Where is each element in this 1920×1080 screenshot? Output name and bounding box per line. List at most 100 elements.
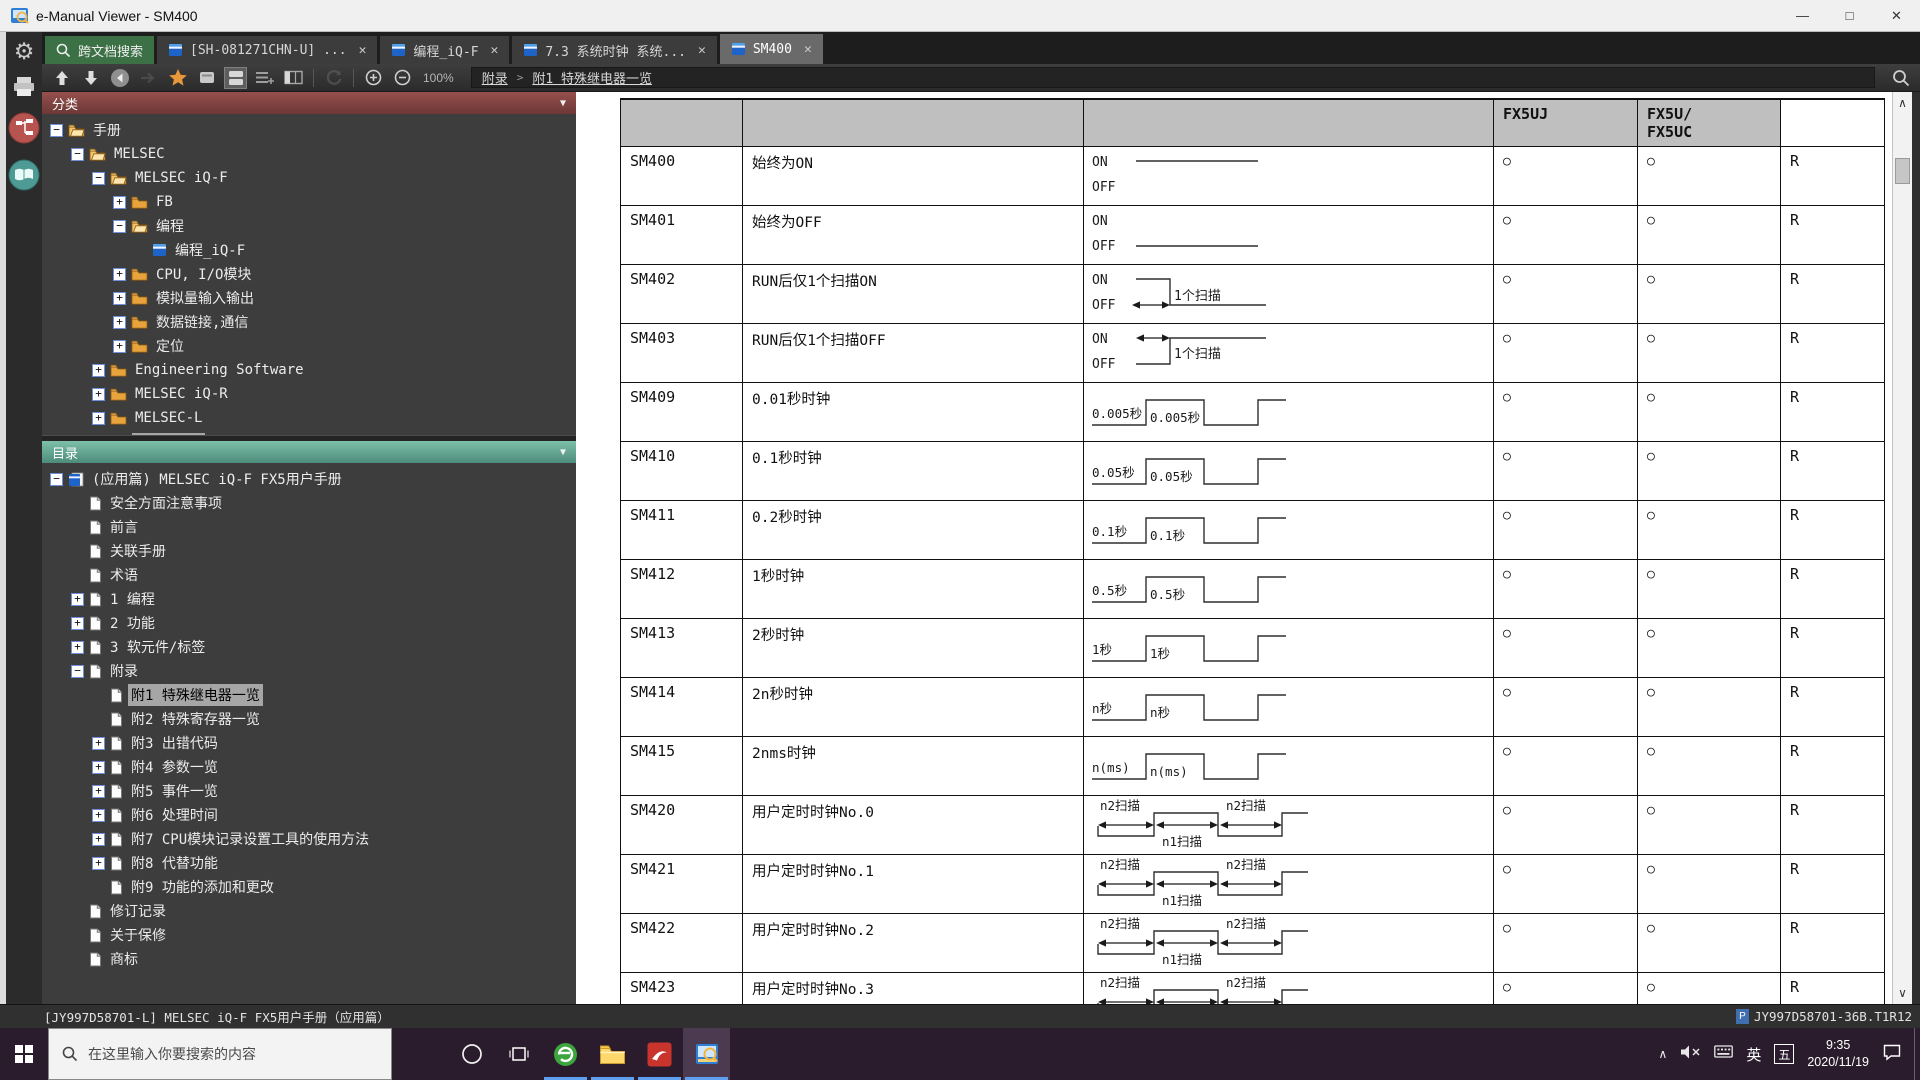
settings-gear-icon[interactable]: ⚙ [14,40,35,63]
collapse-icon[interactable]: − [113,219,126,233]
back-icon[interactable] [108,67,131,89]
tab-cross-document-search[interactable]: 跨文档搜索 [45,36,155,64]
expand-icon[interactable]: + [113,339,126,353]
collapse-icon[interactable]: − [71,147,84,161]
classification-view-icon[interactable] [7,111,41,145]
vertical-scrollbar[interactable]: ∧ ∨ [1892,92,1912,1004]
toc-tree-item[interactable]: 关联手册 [42,539,576,563]
expand-icon[interactable]: + [92,736,105,750]
expand-icon[interactable]: + [71,616,84,630]
toc-tree-item[interactable]: +1 编程 [42,587,576,611]
tab-close-icon[interactable]: ✕ [491,43,499,58]
category-tree-item[interactable]: 编程_iQ-F [42,238,576,262]
expand-icon[interactable]: + [92,784,105,798]
expand-icon[interactable]: + [92,411,105,425]
close-button[interactable]: ✕ [1873,0,1920,31]
toc-tree-item[interactable]: +3 软元件/标签 [42,635,576,659]
toc-tree-item[interactable]: − (应用篇) MELSEC iQ-F FX5用户手册 [42,467,576,491]
toc-tree-item[interactable]: 术语 [42,563,576,587]
category-tree-item[interactable]: − MELSEC [42,142,576,166]
toc-tree-item[interactable]: − 附录 [42,659,576,683]
taskbar-clock[interactable]: 9:35 2020/11/19 [1807,1037,1869,1071]
toc-tree-item[interactable]: + 附6 处理时间 [42,803,576,827]
toc-tree-item[interactable]: + 附4 参数一览 [42,755,576,779]
category-tree-item[interactable]: + MELSEC iQ-R [42,382,576,406]
category-tree-item[interactable]: + Engineering Software [42,358,576,382]
tab-close-icon[interactable]: ✕ [698,43,706,58]
toc-tree-item[interactable]: 关于保修 [42,923,576,947]
chevron-down-icon[interactable]: ▼ [560,98,566,109]
show-desktop-button[interactable] [1914,1028,1920,1080]
outline-add-icon[interactable] [253,67,276,89]
toc-tree-item[interactable]: 附9 功能的添加和更改 [42,875,576,899]
category-tree-item[interactable]: + MELSEC-L [42,406,576,430]
category-tree-item[interactable]: − MELSEC iQ-F [42,166,576,190]
category-panel-header[interactable]: 分类 ▼ [42,92,576,114]
expand-icon[interactable]: + [113,315,126,329]
single-page-view-icon[interactable] [195,67,218,89]
taskbar-search-box[interactable]: 在这里输入你要搜索的内容 [48,1028,392,1080]
category-tree-item[interactable]: + 模拟量输入输出 [42,286,576,310]
expand-icon[interactable]: + [71,640,84,654]
maximize-button[interactable]: □ [1826,0,1873,31]
cortana-taskbar-button[interactable] [448,1028,495,1080]
hidden-icons-chevron[interactable]: ∧ [1659,1047,1668,1061]
expand-icon[interactable]: + [92,387,105,401]
expand-icon[interactable]: + [92,363,105,377]
print-icon[interactable] [12,76,36,98]
ime-mode-indicator[interactable]: 五 [1774,1044,1795,1064]
toc-tree-item[interactable]: +2 功能 [42,611,576,635]
scroll-down-icon[interactable]: ∨ [1893,982,1912,1004]
library-book-icon[interactable] [7,158,41,192]
toc-tree-item[interactable]: 修订记录 [42,899,576,923]
breadcrumb-link[interactable]: 附录 [482,68,508,87]
forward-icon[interactable] [137,67,160,89]
zoom-in-icon[interactable] [362,67,385,89]
tab-close-icon[interactable]: ✕ [359,43,367,58]
expand-icon[interactable]: + [92,856,105,870]
toc-tree-item[interactable]: + 附5 事件一览 [42,779,576,803]
search-icon[interactable] [1889,67,1912,89]
expand-icon[interactable]: + [113,195,126,209]
down-arrow-icon[interactable] [79,67,102,89]
notification-center-icon[interactable] [1882,1043,1902,1066]
category-tree-item[interactable]: + FB [42,190,576,214]
toc-tree-item[interactable]: 前言 [42,515,576,539]
breadcrumb-link[interactable]: 附1 特殊继电器一览 [532,68,652,87]
touch-keyboard-icon[interactable] [1714,1044,1734,1064]
expand-icon[interactable]: + [71,592,84,606]
table-columns-icon[interactable] [282,67,305,89]
chevron-down-icon[interactable]: ▼ [560,447,566,458]
zoom-out-icon[interactable] [391,67,414,89]
tab-close-icon[interactable]: ✕ [804,42,812,57]
pdf-reader-taskbar-button[interactable] [636,1028,683,1080]
collapse-icon[interactable]: − [92,171,105,185]
continuous-page-view-icon[interactable] [224,66,247,89]
expand-icon[interactable]: + [113,291,126,305]
toc-tree-item[interactable]: 附1 特殊继电器一览 [42,683,576,707]
toc-panel-header[interactable]: 目录 ▼ [42,441,576,463]
collapse-icon[interactable]: − [50,472,63,486]
toc-tree-item[interactable]: + 附8 代替功能 [42,851,576,875]
file-explorer-taskbar-button[interactable] [589,1028,636,1080]
ime-language-indicator[interactable]: 英 [1746,1044,1761,1065]
tab-7-3-[interactable]: 7.3 系统时钟 系统... ✕ [512,36,717,64]
tab--_iq-f[interactable]: 编程_iQ-F ✕ [380,36,510,64]
tab-sm400[interactable]: SM400 ✕ [719,34,823,64]
up-arrow-icon[interactable] [50,67,73,89]
toc-tree-item[interactable]: + 附7 CPU模块记录设置工具的使用方法 [42,827,576,851]
category-tree-item[interactable]: + CPU, I/O模块 [42,262,576,286]
refresh-icon[interactable] [322,67,345,89]
scrollbar-thumb[interactable] [1895,158,1910,184]
collapse-icon[interactable]: − [71,664,84,678]
expand-icon[interactable]: + [92,808,105,822]
expand-icon[interactable]: + [113,267,126,281]
minimize-button[interactable]: — [1779,0,1826,31]
collapse-icon[interactable]: − [50,123,63,137]
toc-tree-item[interactable]: 安全方面注意事项 [42,491,576,515]
volume-mute-icon[interactable] [1680,1044,1701,1065]
category-tree-item[interactable]: − 手册 [42,118,576,142]
category-tree-item[interactable]: + 数据链接,通信 [42,310,576,334]
category-tree-item[interactable]: + 定位 [42,334,576,358]
browser-taskbar-button[interactable] [542,1028,589,1080]
